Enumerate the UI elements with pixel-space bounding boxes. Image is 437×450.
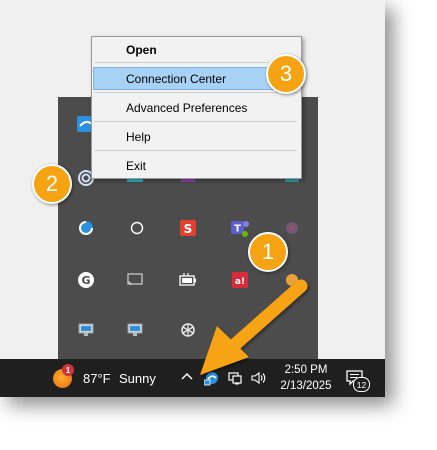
callout-1: 1 [248, 232, 288, 272]
annotation-arrow [200, 279, 308, 375]
callout-2: 2 [32, 164, 72, 204]
callout-3: 3 [266, 54, 306, 94]
arrow-shape [200, 279, 308, 375]
